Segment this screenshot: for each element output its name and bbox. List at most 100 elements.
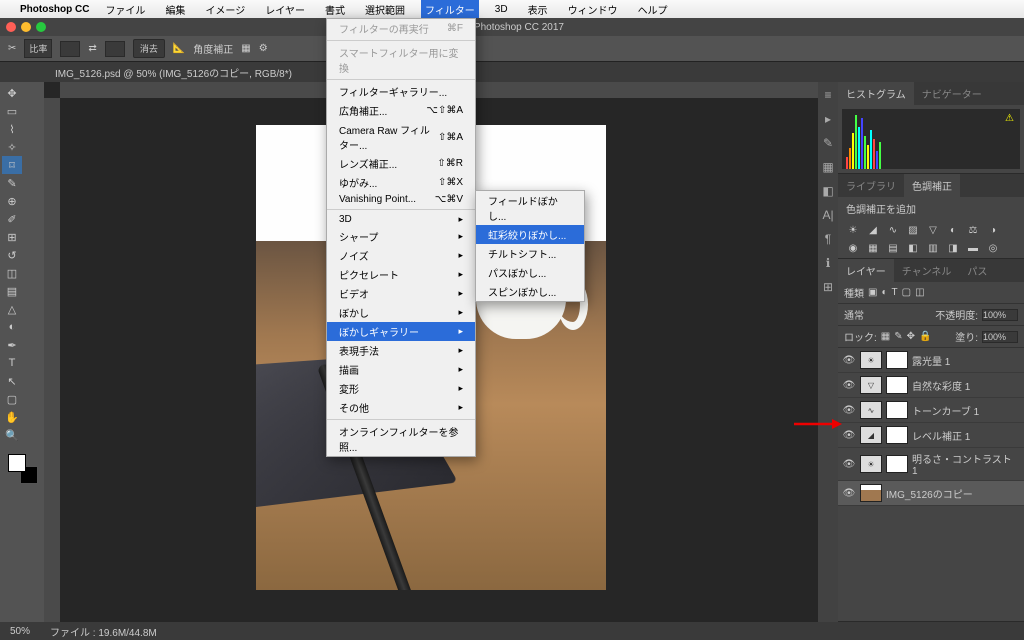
curves-icon[interactable]: ∿ — [886, 224, 900, 236]
menu-item[interactable]: 広角補正...⌥⇧⌘A — [327, 101, 475, 120]
menu-filter[interactable]: フィルター — [421, 0, 479, 19]
color-swatch[interactable] — [8, 454, 38, 484]
tab-navigator[interactable]: ナビゲーター — [914, 82, 990, 105]
shape-tool[interactable]: ▢ — [2, 390, 22, 408]
tab-channels[interactable]: チャンネル — [894, 259, 960, 282]
blend-mode[interactable]: 通常 — [844, 307, 931, 322]
layer-row-selected[interactable]: 👁IMG_5126のコピー — [838, 481, 1024, 506]
submenu-item[interactable]: パスぼかし... — [476, 263, 584, 282]
swap-icon[interactable]: ⇄ — [88, 43, 96, 54]
menu-edit[interactable]: 編集 — [161, 0, 189, 19]
menu-window[interactable]: ウィンドウ — [564, 0, 622, 19]
pen-tool[interactable]: ✒ — [2, 336, 22, 354]
menu-item[interactable]: ビデオ — [327, 284, 475, 303]
hand-tool[interactable]: ✋ — [2, 408, 22, 426]
grid-icon[interactable]: ▦ — [241, 43, 250, 54]
clear-button[interactable]: 消去 — [133, 39, 165, 58]
gradient-map-icon[interactable]: ▬ — [966, 242, 980, 254]
filter-img-icon[interactable]: ▣ — [868, 287, 877, 298]
wand-tool[interactable]: ✧ — [2, 138, 22, 156]
menu-item[interactable]: レンズ補正...⇧⌘R — [327, 154, 475, 173]
blur-tool[interactable]: △ — [2, 300, 22, 318]
visibility-icon[interactable]: 👁 — [842, 405, 856, 416]
filter-adj-icon[interactable]: ◐ — [881, 287, 887, 298]
actions-icon[interactable]: ▸ — [825, 112, 831, 126]
menu-type[interactable]: 書式 — [321, 0, 349, 19]
layer-row[interactable]: 👁☀明るさ・コントラスト 1 — [838, 448, 1024, 481]
kind-filter[interactable]: 種類 — [844, 285, 864, 300]
brightness-icon[interactable]: ☀ — [846, 224, 860, 236]
swatches-icon[interactable]: ▦ — [822, 160, 833, 174]
submenu-item[interactable]: チルトシフト... — [476, 244, 584, 263]
char-icon[interactable]: A| — [822, 208, 833, 222]
filter-smart-icon[interactable]: ◫ — [915, 287, 924, 298]
menu-item[interactable]: ゆがみ...⇧⌘X — [327, 173, 475, 192]
menu-item[interactable]: シャープ — [327, 227, 475, 246]
close-icon[interactable] — [6, 22, 16, 32]
marquee-tool[interactable]: ▭ — [2, 102, 22, 120]
submenu-item[interactable]: スピンぼかし... — [476, 282, 584, 301]
menu-item[interactable]: オンラインフィルターを参照... — [327, 422, 475, 456]
visibility-icon[interactable]: 👁 — [842, 430, 856, 441]
lock-paint-icon[interactable]: ✎ — [894, 331, 902, 342]
menu-item[interactable]: スマートフィルター用に変換 — [327, 43, 475, 77]
layer-row[interactable]: 👁◢レベル補正 1 — [838, 423, 1024, 448]
crop-tool-icon[interactable]: ✂ — [8, 43, 16, 54]
eraser-tool[interactable]: ◫ — [2, 264, 22, 282]
eyedropper-tool[interactable]: ✎ — [2, 174, 22, 192]
menu-item-blur-gallery[interactable]: ぼかしギャラリー — [327, 322, 475, 341]
balance-icon[interactable]: ⚖ — [966, 224, 980, 236]
menu-item[interactable]: 描画 — [327, 360, 475, 379]
info-icon[interactable]: ℹ — [826, 256, 831, 270]
ratio-select[interactable]: 比率 — [24, 39, 52, 58]
tab-histogram[interactable]: ヒストグラム — [838, 82, 914, 105]
dodge-tool[interactable]: ◐ — [2, 318, 22, 336]
hue-icon[interactable]: ◐ — [946, 224, 960, 236]
layer-row[interactable]: 👁▽自然な彩度 1 — [838, 373, 1024, 398]
menu-image[interactable]: イメージ — [201, 0, 249, 19]
lock-trans-icon[interactable]: ▦ — [881, 331, 890, 342]
menu-help[interactable]: ヘルプ — [634, 0, 672, 19]
layer-row[interactable]: 👁∿トーンカーブ 1 — [838, 398, 1024, 423]
menu-3d[interactable]: 3D — [491, 2, 512, 17]
menu-item[interactable]: その他 — [327, 398, 475, 417]
lock-pos-icon[interactable]: ✥ — [907, 331, 915, 342]
tab-adjustments[interactable]: 色調補正 — [904, 174, 960, 197]
menu-item[interactable]: Camera Raw フィルター...⇧⌘A — [327, 120, 475, 154]
exposure-icon[interactable]: ▨ — [906, 224, 920, 236]
zoom-tool[interactable]: 🔍 — [2, 426, 22, 444]
zoom-level[interactable]: 50% — [10, 626, 30, 637]
menu-view[interactable]: 表示 — [524, 0, 552, 19]
gradient-tool[interactable]: ▤ — [2, 282, 22, 300]
lock-all-icon[interactable]: 🔒 — [919, 331, 931, 342]
menu-item[interactable]: 表現手法 — [327, 341, 475, 360]
menu-item[interactable]: ぼかし — [327, 303, 475, 322]
menu-item[interactable]: 変形 — [327, 379, 475, 398]
tab-layers[interactable]: レイヤー — [838, 259, 894, 282]
photo-filter-icon[interactable]: ◉ — [846, 242, 860, 254]
menu-item[interactable]: フィルターギャラリー... — [327, 82, 475, 101]
ratio-w[interactable] — [60, 41, 80, 57]
lookup-icon[interactable]: ▤ — [886, 242, 900, 254]
tab-paths[interactable]: パス — [959, 259, 995, 282]
threshold-icon[interactable]: ◨ — [946, 242, 960, 254]
levels-icon[interactable]: ◢ — [866, 224, 880, 236]
type-tool[interactable]: T — [2, 354, 22, 372]
menu-item[interactable]: ノイズ — [327, 246, 475, 265]
menu-file[interactable]: ファイル — [101, 0, 149, 19]
submenu-item-iris-blur[interactable]: 虹彩絞りぼかし... — [476, 225, 584, 244]
tab-library[interactable]: ライブラリ — [838, 174, 904, 197]
para-icon[interactable]: ¶ — [825, 232, 831, 246]
heal-tool[interactable]: ⊕ — [2, 192, 22, 210]
straighten-icon[interactable]: 📐 — [173, 43, 185, 54]
selective-icon[interactable]: ◎ — [986, 242, 1000, 254]
filter-type-icon[interactable]: T — [892, 287, 898, 298]
fill-input[interactable] — [982, 331, 1018, 343]
styles-icon[interactable]: ◧ — [822, 184, 833, 198]
visibility-icon[interactable]: 👁 — [842, 459, 856, 470]
traffic-lights[interactable] — [6, 22, 46, 32]
crop-tool[interactable]: ⌑ — [2, 156, 22, 174]
menu-item[interactable]: フィルターの再実行⌘F — [327, 19, 475, 38]
stamp-tool[interactable]: ⊞ — [2, 228, 22, 246]
history-brush[interactable]: ↺ — [2, 246, 22, 264]
